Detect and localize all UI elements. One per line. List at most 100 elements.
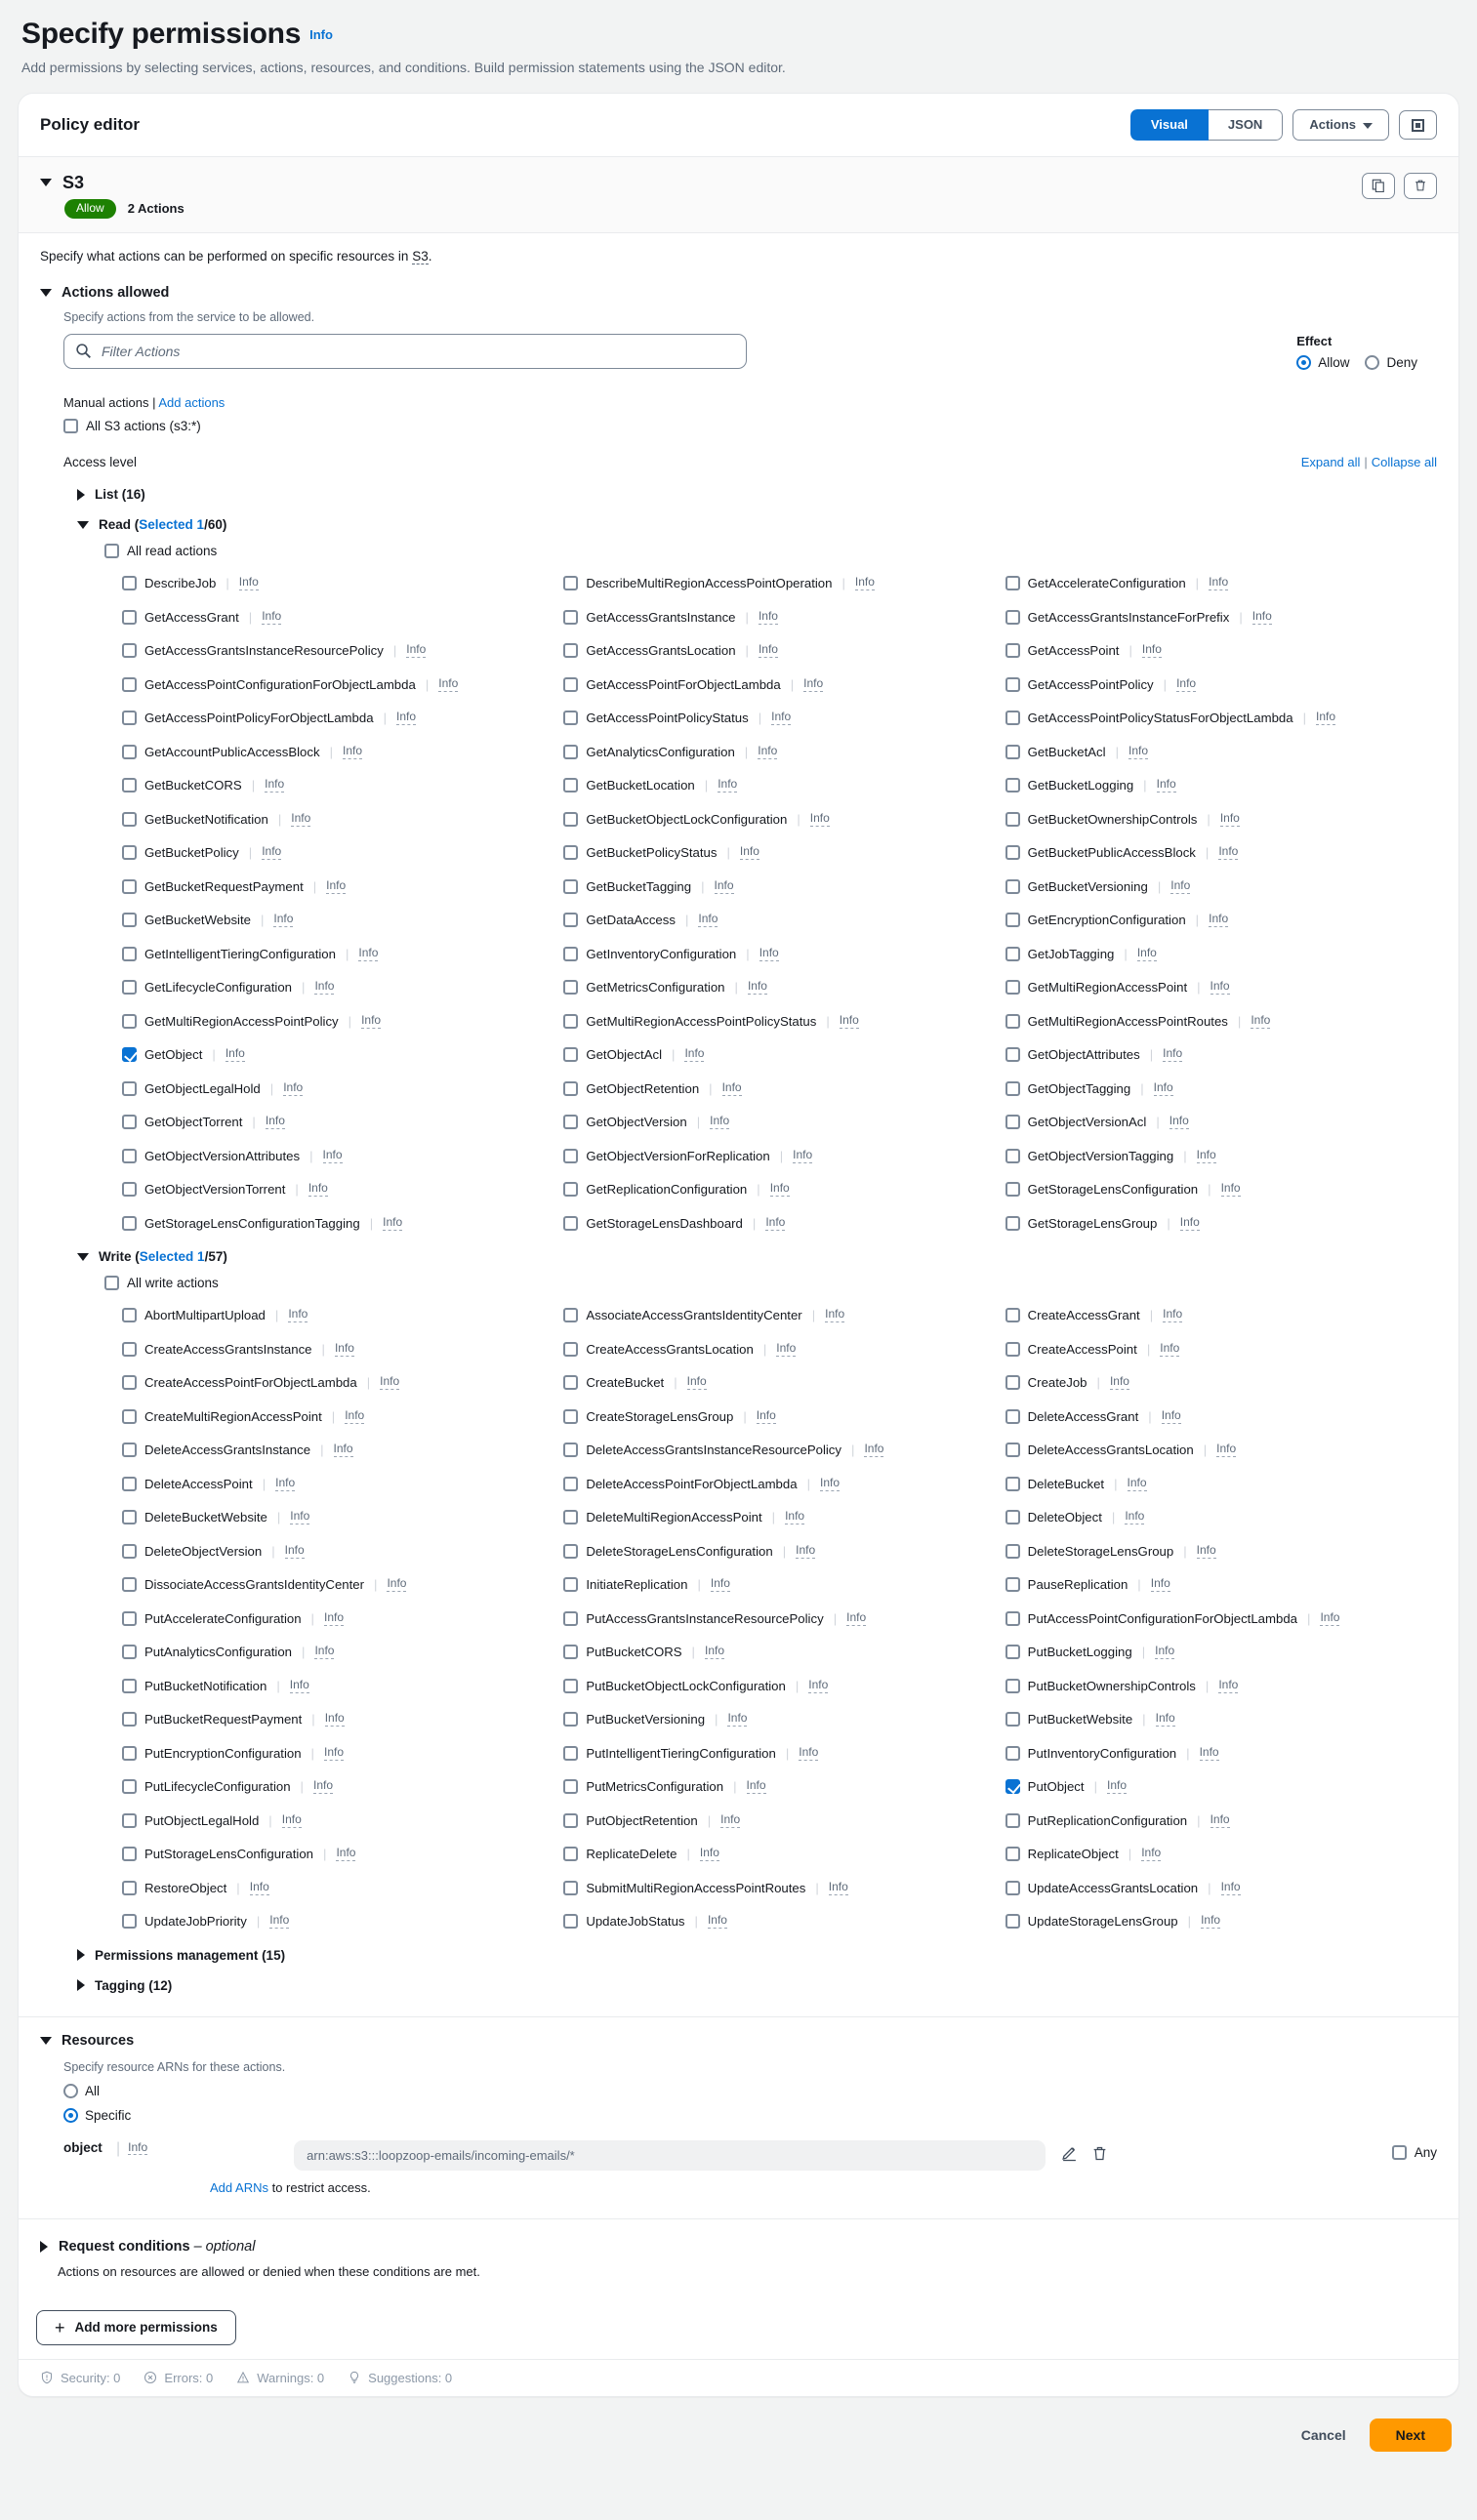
action-info-link[interactable]: Info xyxy=(308,1181,328,1198)
action-item[interactable]: GetStorageLensGroup | Info xyxy=(1005,1206,1437,1240)
action-item[interactable]: PutBucketVersioning | Info xyxy=(563,1702,995,1736)
action-item[interactable]: GetObjectAttributes | Info xyxy=(1005,1037,1437,1072)
action-item[interactable]: DissociateAccessGrantsIdentityCenter | Inf… xyxy=(122,1567,554,1602)
action-item[interactable]: PutMetricsConfiguration | Info xyxy=(563,1769,995,1804)
action-item[interactable]: GetAccessGrant | Info xyxy=(122,600,554,634)
action-item[interactable]: ReplicateDelete | Info xyxy=(563,1837,995,1871)
action-info-link[interactable]: Info xyxy=(759,946,779,961)
action-info-link[interactable]: Info xyxy=(1210,979,1230,996)
action-item[interactable]: GetStorageLensDashboard | Info xyxy=(563,1206,995,1240)
action-info-link[interactable]: Info xyxy=(1220,1181,1241,1198)
tab-json[interactable]: JSON xyxy=(1208,109,1284,141)
action-info-link[interactable]: Info xyxy=(714,878,734,894)
action-item[interactable]: GetStorageLensConfiguration | Info xyxy=(1005,1172,1437,1206)
action-info-link[interactable]: Info xyxy=(324,1711,345,1727)
action-item[interactable]: PutObject | Info xyxy=(1005,1769,1437,1804)
action-info-link[interactable]: Info xyxy=(1179,1215,1200,1231)
action-info-link[interactable]: Info xyxy=(721,1080,742,1096)
action-info-link[interactable]: Info xyxy=(281,1812,302,1828)
action-info-link[interactable]: Info xyxy=(793,1148,813,1163)
effect-radio-deny[interactable]: Deny xyxy=(1365,355,1417,371)
action-item[interactable]: PutBucketOwnershipControls | Info xyxy=(1005,1669,1437,1703)
actions-dropdown-button[interactable]: Actions xyxy=(1292,109,1389,141)
action-info-link[interactable]: Info xyxy=(265,777,285,793)
action-info-link[interactable]: Info xyxy=(275,1476,296,1491)
action-info-link[interactable]: Info xyxy=(265,1114,285,1130)
action-info-link[interactable]: Info xyxy=(336,1846,356,1862)
action-item[interactable]: PutBucketRequestPayment | Info xyxy=(122,1702,554,1736)
action-info-link[interactable]: Info xyxy=(1210,1812,1230,1828)
action-item[interactable]: DescribeMultiRegionAccessPointOperation |… xyxy=(563,566,995,600)
action-item[interactable]: PutAccessPointConfigurationForObjectLamb… xyxy=(1005,1602,1437,1636)
action-item[interactable]: GetObjectLegalHold | Info xyxy=(122,1072,554,1106)
action-item[interactable]: GetAccessGrantsInstance | Info xyxy=(563,600,995,634)
action-info-link[interactable]: Info xyxy=(225,1046,245,1063)
action-info-link[interactable]: Info xyxy=(1199,1745,1219,1761)
action-info-link[interactable]: Info xyxy=(758,609,778,625)
action-info-link[interactable]: Info xyxy=(269,1913,290,1930)
action-item[interactable]: InitiateReplication | Info xyxy=(563,1567,995,1602)
action-item[interactable]: CreateAccessPointForObjectLambda | Info xyxy=(122,1365,554,1400)
action-info-link[interactable]: Info xyxy=(1125,1509,1145,1525)
action-item[interactable]: GetObjectVersionAttributes | Info xyxy=(122,1139,554,1173)
access-level-toggle-list[interactable]: List (16) xyxy=(63,481,1437,508)
all-actions-checkbox[interactable]: All read actions xyxy=(104,544,1437,559)
action-info-link[interactable]: Info xyxy=(1320,1610,1340,1626)
action-info-link[interactable]: Info xyxy=(283,1080,304,1096)
action-info-link[interactable]: Info xyxy=(1218,1678,1239,1693)
action-item[interactable]: GetAccelerateConfiguration | Info xyxy=(1005,566,1437,600)
resources-toggle[interactable]: Resources xyxy=(40,2033,1437,2049)
action-item[interactable]: DeleteObjectVersion | Info xyxy=(122,1534,554,1568)
action-info-link[interactable]: Info xyxy=(333,1442,353,1458)
action-item[interactable]: DeleteObject | Info xyxy=(1005,1500,1437,1534)
request-conditions-toggle[interactable]: Request conditions – optional xyxy=(40,2239,1437,2255)
resource-scope-specific[interactable]: Specific xyxy=(63,2107,1437,2123)
action-info-link[interactable]: Info xyxy=(854,575,875,591)
add-arns-link[interactable]: Add ARNs xyxy=(210,2180,268,2195)
action-item[interactable]: DeleteAccessGrantsInstanceResourcePolicy… xyxy=(563,1433,995,1467)
action-item[interactable]: UpdateJobStatus | Info xyxy=(563,1904,995,1938)
action-item[interactable]: PutStorageLensConfiguration | Info xyxy=(122,1837,554,1871)
action-item[interactable]: GetObjectRetention | Info xyxy=(563,1072,995,1106)
action-info-link[interactable]: Info xyxy=(727,1711,748,1727)
action-item[interactable]: GetStorageLensConfigurationTagging | Info xyxy=(122,1206,554,1240)
action-item[interactable]: GetMultiRegionAccessPointRoutes | Info xyxy=(1005,1004,1437,1038)
action-info-link[interactable]: Info xyxy=(796,1543,816,1559)
action-info-link[interactable]: Info xyxy=(1156,777,1176,793)
action-item[interactable]: GetMultiRegionAccessPointPolicy | Info xyxy=(122,1004,554,1038)
action-info-link[interactable]: Info xyxy=(707,1913,727,1930)
action-info-link[interactable]: Info xyxy=(312,1778,333,1795)
action-info-link[interactable]: Info xyxy=(438,676,459,692)
action-info-link[interactable]: Info xyxy=(756,1408,776,1424)
action-info-link[interactable]: Info xyxy=(803,676,824,692)
action-info-link[interactable]: Info xyxy=(396,710,417,726)
action-item[interactable]: GetBucketPublicAccessBlock | Info xyxy=(1005,835,1437,870)
access-level-toggle-read[interactable]: Read (Selected 1/60) xyxy=(63,511,1437,538)
action-info-link[interactable]: Info xyxy=(1109,1374,1129,1391)
trash-icon[interactable] xyxy=(1091,2145,1108,2162)
action-info-link[interactable]: Info xyxy=(249,1880,269,1895)
action-info-link[interactable]: Info xyxy=(322,1148,343,1163)
pencil-icon[interactable] xyxy=(1061,2145,1078,2162)
add-actions-link[interactable]: Add actions xyxy=(158,395,225,410)
action-item[interactable]: ReplicateObject | Info xyxy=(1005,1837,1437,1871)
action-item[interactable]: DeleteAccessPoint | Info xyxy=(122,1467,554,1501)
action-info-link[interactable]: Info xyxy=(1128,744,1149,759)
action-item[interactable]: DeleteAccessGrant | Info xyxy=(1005,1400,1437,1434)
action-item[interactable]: CreateStorageLensGroup | Info xyxy=(563,1400,995,1434)
action-item[interactable]: PutInventoryConfiguration | Info xyxy=(1005,1736,1437,1770)
action-info-link[interactable]: Info xyxy=(273,912,294,928)
action-item[interactable]: GetAccessPointConfigurationForObjectLamb… xyxy=(122,668,554,702)
action-info-link[interactable]: Info xyxy=(1196,1543,1216,1559)
action-item[interactable]: GetDataAccess | Info xyxy=(563,903,995,937)
action-item[interactable]: GetObjectVersionTagging | Info xyxy=(1005,1139,1437,1173)
action-item[interactable]: GetBucketOwnershipControls | Info xyxy=(1005,802,1437,836)
action-info-link[interactable]: Info xyxy=(383,1215,403,1231)
action-info-link[interactable]: Info xyxy=(704,1644,724,1660)
action-item[interactable]: GetInventoryConfiguration | Info xyxy=(563,937,995,971)
action-info-link[interactable]: Info xyxy=(808,1678,829,1693)
action-item[interactable]: GetBucketVersioning | Info xyxy=(1005,870,1437,904)
action-info-link[interactable]: Info xyxy=(323,1610,344,1626)
action-info-link[interactable]: Info xyxy=(314,979,335,996)
action-item[interactable]: GetBucketRequestPayment | Info xyxy=(122,870,554,904)
